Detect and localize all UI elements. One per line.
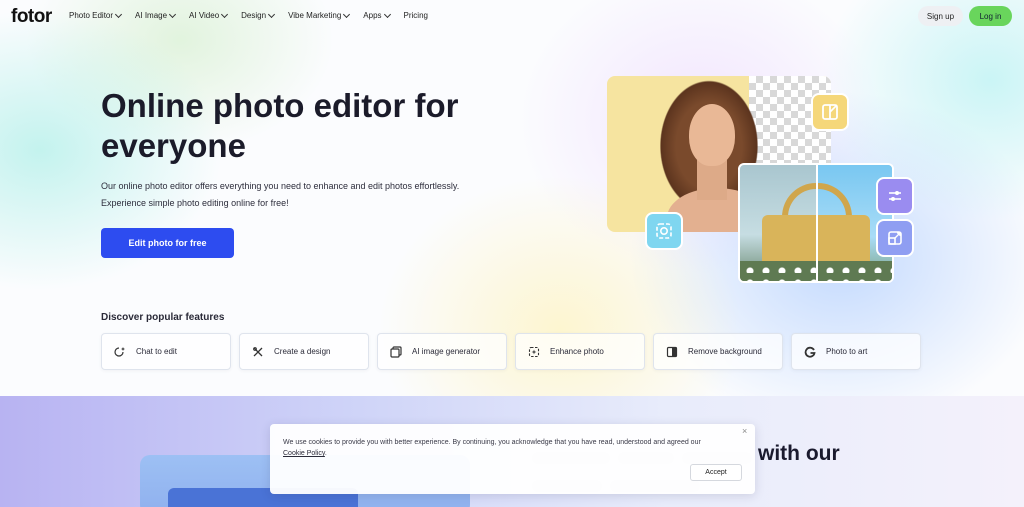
top-navigation: fotor Photo Editor AI Image AI Video Des… [0, 0, 1024, 32]
features-heading: Discover popular features [101, 312, 225, 323]
accept-cookies-button[interactable]: Accept [690, 464, 742, 481]
cookie-banner: × We use cookies to provide you with bet… [270, 424, 755, 494]
hero-title: Online photo editor for everyone [101, 87, 459, 164]
nav-item-ai-video[interactable]: AI Video [189, 10, 229, 20]
feature-label: Create a design [274, 347, 331, 356]
neck-shape [697, 160, 727, 200]
feature-label: Enhance photo [550, 347, 604, 356]
enhance-sparkle-icon [528, 346, 540, 357]
feature-photo-to-art[interactable]: Photo to art [791, 333, 921, 370]
chevron-down-icon [343, 10, 351, 18]
nav-item-design[interactable]: Design [241, 10, 276, 20]
face-shape [689, 104, 735, 166]
layout-icon [811, 93, 849, 131]
adjust-sliders-icon [876, 177, 914, 215]
chevron-down-icon [268, 10, 276, 18]
feature-label: Remove background [688, 347, 762, 356]
cookie-text: We use cookies to provide you with bette… [283, 439, 701, 446]
feature-create-a-design[interactable]: Create a design [239, 333, 369, 370]
chevron-down-icon [383, 10, 391, 18]
handbag-photo [738, 163, 894, 283]
nav-item-vibe-marketing[interactable]: Vibe Marketing [288, 10, 351, 20]
feature-ai-image-generator[interactable]: AI image generator [377, 333, 507, 370]
feature-label: AI image generator [412, 347, 481, 356]
resize-icon [876, 219, 914, 257]
art-g-icon [804, 346, 816, 358]
lower-section-heading: with our [758, 442, 840, 465]
design-tools-icon [253, 346, 263, 356]
cookie-message: We use cookies to provide you with bette… [283, 437, 713, 459]
cookie-text-end: . [324, 450, 327, 457]
feature-label: Photo to art [826, 347, 868, 356]
chat-sparkle-icon [114, 346, 125, 357]
remove-background-icon [666, 346, 678, 357]
log-in-button[interactable]: Log in [969, 6, 1012, 26]
nav-item-apps[interactable]: Apps [363, 10, 391, 20]
feature-enhance-photo[interactable]: Enhance photo [515, 333, 645, 370]
edit-photo-button[interactable]: Edit photo for free [101, 228, 234, 258]
close-icon[interactable]: × [742, 426, 747, 436]
hero-description: Our online photo editor offers everythin… [101, 178, 521, 212]
nav-item-photo-editor[interactable]: Photo Editor [69, 10, 123, 20]
feature-list: Chat to edit Create a design AI image ge… [101, 333, 921, 370]
chevron-down-icon [169, 10, 177, 18]
hero-description-line: Our online photo editor offers everythin… [101, 181, 460, 191]
feature-label: Chat to edit [136, 347, 177, 356]
feature-chat-to-edit[interactable]: Chat to edit [101, 333, 231, 370]
chevron-down-icon [114, 10, 123, 18]
nav-item-pricing[interactable]: Pricing [404, 11, 428, 20]
enhance-icon [645, 212, 683, 250]
nav-menu: Photo Editor AI Image AI Video Design Vi… [69, 10, 428, 20]
nav-item-ai-image[interactable]: AI Image [135, 10, 177, 20]
sign-up-button[interactable]: Sign up [918, 6, 963, 26]
feature-remove-background[interactable]: Remove background [653, 333, 783, 370]
image-layers-icon [390, 345, 402, 358]
fotor-logo[interactable]: fotor [11, 6, 52, 28]
cookie-policy-link[interactable]: Cookie Policy [283, 450, 325, 457]
before-after-divider [816, 165, 818, 281]
chevron-down-icon [221, 10, 229, 18]
hero-description-line: Experience simple photo editing online f… [101, 198, 289, 208]
